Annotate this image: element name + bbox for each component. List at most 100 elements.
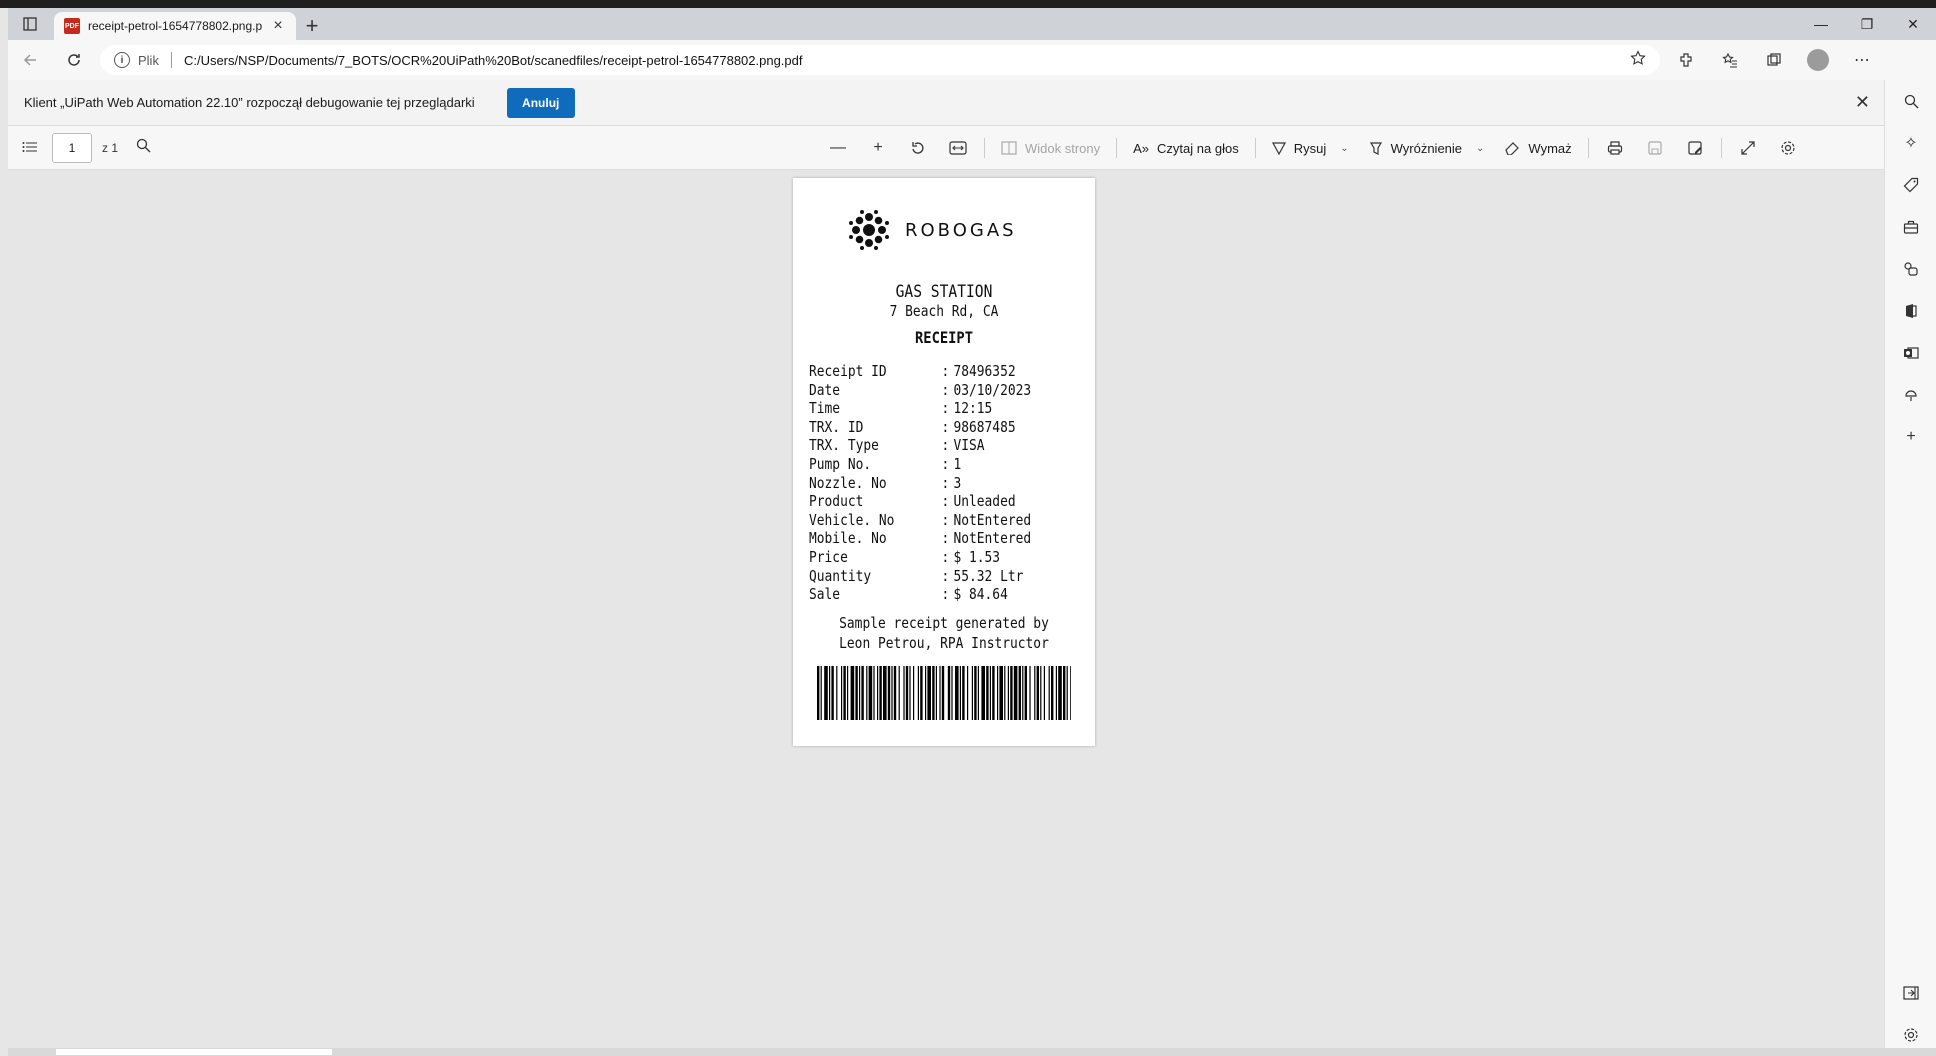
erase-button[interactable]: Wymaż [1494,126,1581,170]
barcode-bar [977,666,979,720]
fullscreen-icon[interactable] [1728,126,1768,170]
barcode-bar [903,666,905,720]
field-label: Receipt ID [809,362,887,380]
address-bar: i Plik C:/Users/NSP/Documents/7_BOTS/OCR… [8,40,1936,80]
field-value: $ 84.64 [953,585,1008,604]
barcode-bar [959,666,961,720]
sidebar-games-icon[interactable] [1885,248,1936,290]
browser-tools: ⋯ [1664,40,1884,80]
tab-close-icon[interactable]: × [270,17,286,35]
receipt-footer-line2: Leon Petrou, RPA Instructor [839,634,1049,652]
print-icon[interactable] [1595,126,1635,170]
site-info-icon[interactable]: i [114,52,130,68]
search-icon[interactable] [136,138,151,157]
receipt-title: RECEIPT [915,328,973,347]
new-tab-button[interactable]: + [296,12,328,40]
barcode-bar [981,666,985,720]
fit-width-icon[interactable] [938,126,978,170]
zoom-in-icon[interactable]: + [858,126,898,170]
sidebar-outlook-icon[interactable] [1885,332,1936,374]
station-name: GAS STATION [895,282,993,302]
extensions-icon[interactable] [1664,40,1708,80]
collections-icon[interactable] [1752,40,1796,80]
close-window-button[interactable]: ✕ [1890,8,1936,40]
barcode-bar [962,666,965,720]
hide-sidebar-icon[interactable] [1885,972,1936,1014]
receipt-row: Time:12:15 [809,399,993,418]
refresh-button[interactable] [52,40,96,80]
toolbar-divider [1720,138,1722,158]
barcode-bar [989,666,991,720]
barcode-bar [891,666,893,720]
barcode-bar [967,666,969,720]
field-value: 78496352 [953,362,1016,380]
url-text[interactable]: C:/Users/NSP/Documents/7_BOTS/OCR%20UiPa… [184,53,1622,68]
add-favorite-icon[interactable] [1630,49,1646,71]
sidebar-add-icon[interactable]: + [1885,416,1936,458]
barcode-bar [1055,666,1057,720]
barcode-bar [861,666,864,720]
tab-actions-button[interactable] [8,8,52,40]
barcode-bar [883,666,887,720]
table-of-contents-icon[interactable] [8,140,52,156]
barcode-bar [1022,666,1024,720]
barcode-bar [1051,666,1054,720]
pdf-document-area[interactable]: ROBOGAS GAS STATION 7 Beach Rd, CA RECEI… [8,170,1884,1048]
page-count: z 1 [102,140,119,155]
minimize-button[interactable]: — [1798,8,1844,40]
cancel-debug-button[interactable]: Anuluj [506,87,575,118]
pdf-settings-icon[interactable] [1768,126,1808,170]
page-number-input[interactable]: 1 [52,132,92,163]
restore-button[interactable]: ❐ [1844,8,1890,40]
barcode-bar [951,666,953,720]
refresh-icon [68,54,80,66]
sidebar-office-icon[interactable] [1885,290,1936,332]
barcode-bar [913,666,915,720]
profile-avatar[interactable] [1807,49,1829,71]
page-view-button: Widok strony [991,126,1110,170]
close-infobar-icon[interactable]: ✕ [1855,92,1870,113]
barcode-bar [1063,666,1066,720]
scrollbar-thumb[interactable] [56,1049,332,1055]
sidebar-drop-icon[interactable] [1885,374,1936,416]
sidebar-shopping-icon[interactable] [1885,164,1936,206]
rotate-icon[interactable] [898,126,938,170]
barcode-bar [1058,666,1062,720]
tab-receipt-pdf[interactable]: PDF receipt-petrol-1654778802.png.p × [54,12,296,40]
barcode-bar [817,666,820,720]
chevron-down-icon[interactable]: ⌄ [1476,143,1484,154]
back-button[interactable] [8,40,52,80]
barcode-bar [992,666,995,720]
more-options-icon[interactable]: ⋯ [1840,40,1884,80]
page-view-label: Widok strony [1025,140,1101,156]
barcode-bar [1066,666,1068,720]
favorites-icon[interactable] [1708,40,1752,80]
barcode-bar [820,666,822,720]
sidebar-discover-icon[interactable]: ✧ [1885,122,1936,164]
barcode-bar [1040,666,1042,720]
barcode-bar [855,666,858,720]
field-value: NotEntered [953,510,1032,529]
barcode-bar [905,666,909,720]
draw-button[interactable]: Rysuj ⌄ [1262,126,1359,170]
sidebar-search-icon[interactable] [1885,80,1936,122]
browser-window: PDF receipt-petrol-1654778802.png.p × + … [8,8,1936,1056]
barcode-bar [925,666,927,720]
pdf-toolbar: 1 z 1 — + Widok strony A» Czytaj na głos [8,126,1884,170]
highlight-button[interactable]: Wyróżnienie ⌄ [1359,126,1495,170]
barcode-bar [1034,666,1036,720]
chevron-down-icon[interactable]: ⌄ [1340,143,1348,154]
read-aloud-button[interactable]: A» Czytaj na głos [1123,126,1249,170]
sidebar-tools-icon[interactable] [1885,206,1936,248]
horizontal-scrollbar[interactable] [8,1048,1936,1056]
barcode-bar [1018,666,1021,720]
tab-title: receipt-petrol-1654778802.png.p [88,19,262,33]
sidebar-bottom [1885,972,1936,1056]
zoom-out-icon[interactable]: — [818,126,858,170]
field-label: TRX. Type [809,436,879,455]
barcode-bar [887,666,891,720]
save-icon[interactable] [1635,126,1675,170]
url-field[interactable]: i Plik C:/Users/NSP/Documents/7_BOTS/OCR… [100,45,1660,75]
save-as-icon[interactable] [1675,126,1715,170]
barcode-bar [909,666,911,720]
